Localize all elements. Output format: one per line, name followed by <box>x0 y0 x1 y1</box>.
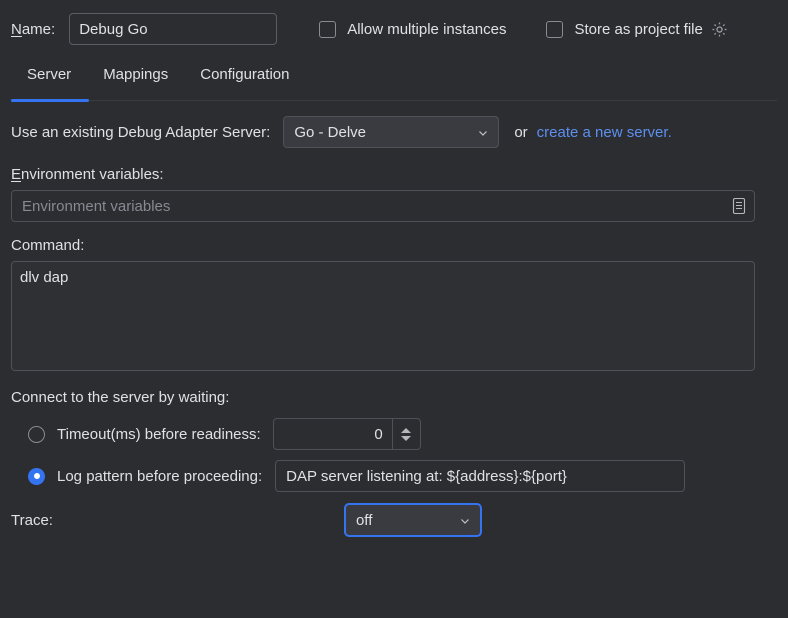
list-editor-icon[interactable] <box>729 196 749 216</box>
trace-select[interactable]: off <box>343 503 482 537</box>
store-as-project-file-checkbox-group[interactable]: Store as project file <box>546 20 728 38</box>
debug-adapter-server-select[interactable]: Go - Delve <box>283 116 500 148</box>
timeout-label: Timeout(ms) before readiness: <box>57 425 261 443</box>
active-tab-indicator <box>11 99 89 102</box>
log-pattern-label: Log pattern before proceeding: <box>57 467 263 485</box>
log-pattern-option-row: Log pattern before proceeding: <box>11 455 777 497</box>
timeout-radio[interactable] <box>28 425 45 443</box>
timeout-stepper-buttons[interactable] <box>391 419 420 449</box>
allow-multiple-instances-checkbox[interactable] <box>319 20 337 38</box>
tab-separator <box>11 100 777 101</box>
tab-server[interactable]: Server <box>11 58 87 83</box>
name-label-text: ame: <box>21 20 56 38</box>
environment-variables-label-mnemonic: E <box>11 166 22 183</box>
log-pattern-input[interactable] <box>275 460 686 492</box>
tab-configuration[interactable]: Configuration <box>184 58 305 83</box>
timeout-value[interactable]: 0 <box>274 419 392 449</box>
trace-row: Trace: off <box>11 497 777 543</box>
store-as-project-file-label: Store as project file <box>574 20 703 38</box>
environment-variables-label: Environment variables: <box>11 166 777 183</box>
allow-multiple-instances-label: Allow multiple instances <box>347 20 507 38</box>
configuration-header-row: Name: Allow multiple instances Store as … <box>0 0 788 58</box>
command-label: Command: <box>11 237 85 254</box>
log-pattern-radio[interactable] <box>28 467 45 485</box>
tab-bar: Server Mappings Configuration <box>0 58 788 112</box>
gear-icon[interactable] <box>711 21 728 38</box>
stepper-down-icon[interactable] <box>401 435 412 441</box>
debug-adapter-server-label: Use an existing Debug Adapter Server: <box>11 123 271 141</box>
trace-label: Trace: <box>11 511 53 529</box>
tab-mappings[interactable]: Mappings <box>87 58 184 83</box>
allow-multiple-instances-checkbox-group[interactable]: Allow multiple instances <box>319 20 507 38</box>
timeout-option-row: Timeout(ms) before readiness: 0 <box>11 413 777 455</box>
trace-value: off <box>355 511 373 529</box>
environment-variables-field <box>11 190 755 222</box>
name-label: Name: <box>11 21 55 38</box>
stepper-up-icon[interactable] <box>401 427 412 433</box>
environment-variables-input[interactable] <box>11 190 755 222</box>
environment-variables-label-text: nvironment variables: <box>21 166 164 183</box>
name-input[interactable] <box>69 13 278 45</box>
connect-waiting-label: Connect to the server by waiting: <box>11 389 230 406</box>
debug-adapter-server-row: Use an existing Debug Adapter Server: Go… <box>11 112 777 152</box>
chevron-down-icon <box>459 514 471 526</box>
or-text: or <box>514 123 528 141</box>
create-new-server-link[interactable]: create a new server. <box>537 124 672 141</box>
command-textarea[interactable]: dlv dap <box>11 261 755 371</box>
debug-adapter-server-value: Go - Delve <box>294 123 367 141</box>
chevron-down-icon <box>477 126 489 138</box>
store-as-project-file-checkbox[interactable] <box>546 20 564 38</box>
server-tab-content: Use an existing Debug Adapter Server: Go… <box>0 112 788 543</box>
timeout-stepper[interactable]: 0 <box>272 418 421 450</box>
name-label-mnemonic: N <box>11 20 22 38</box>
